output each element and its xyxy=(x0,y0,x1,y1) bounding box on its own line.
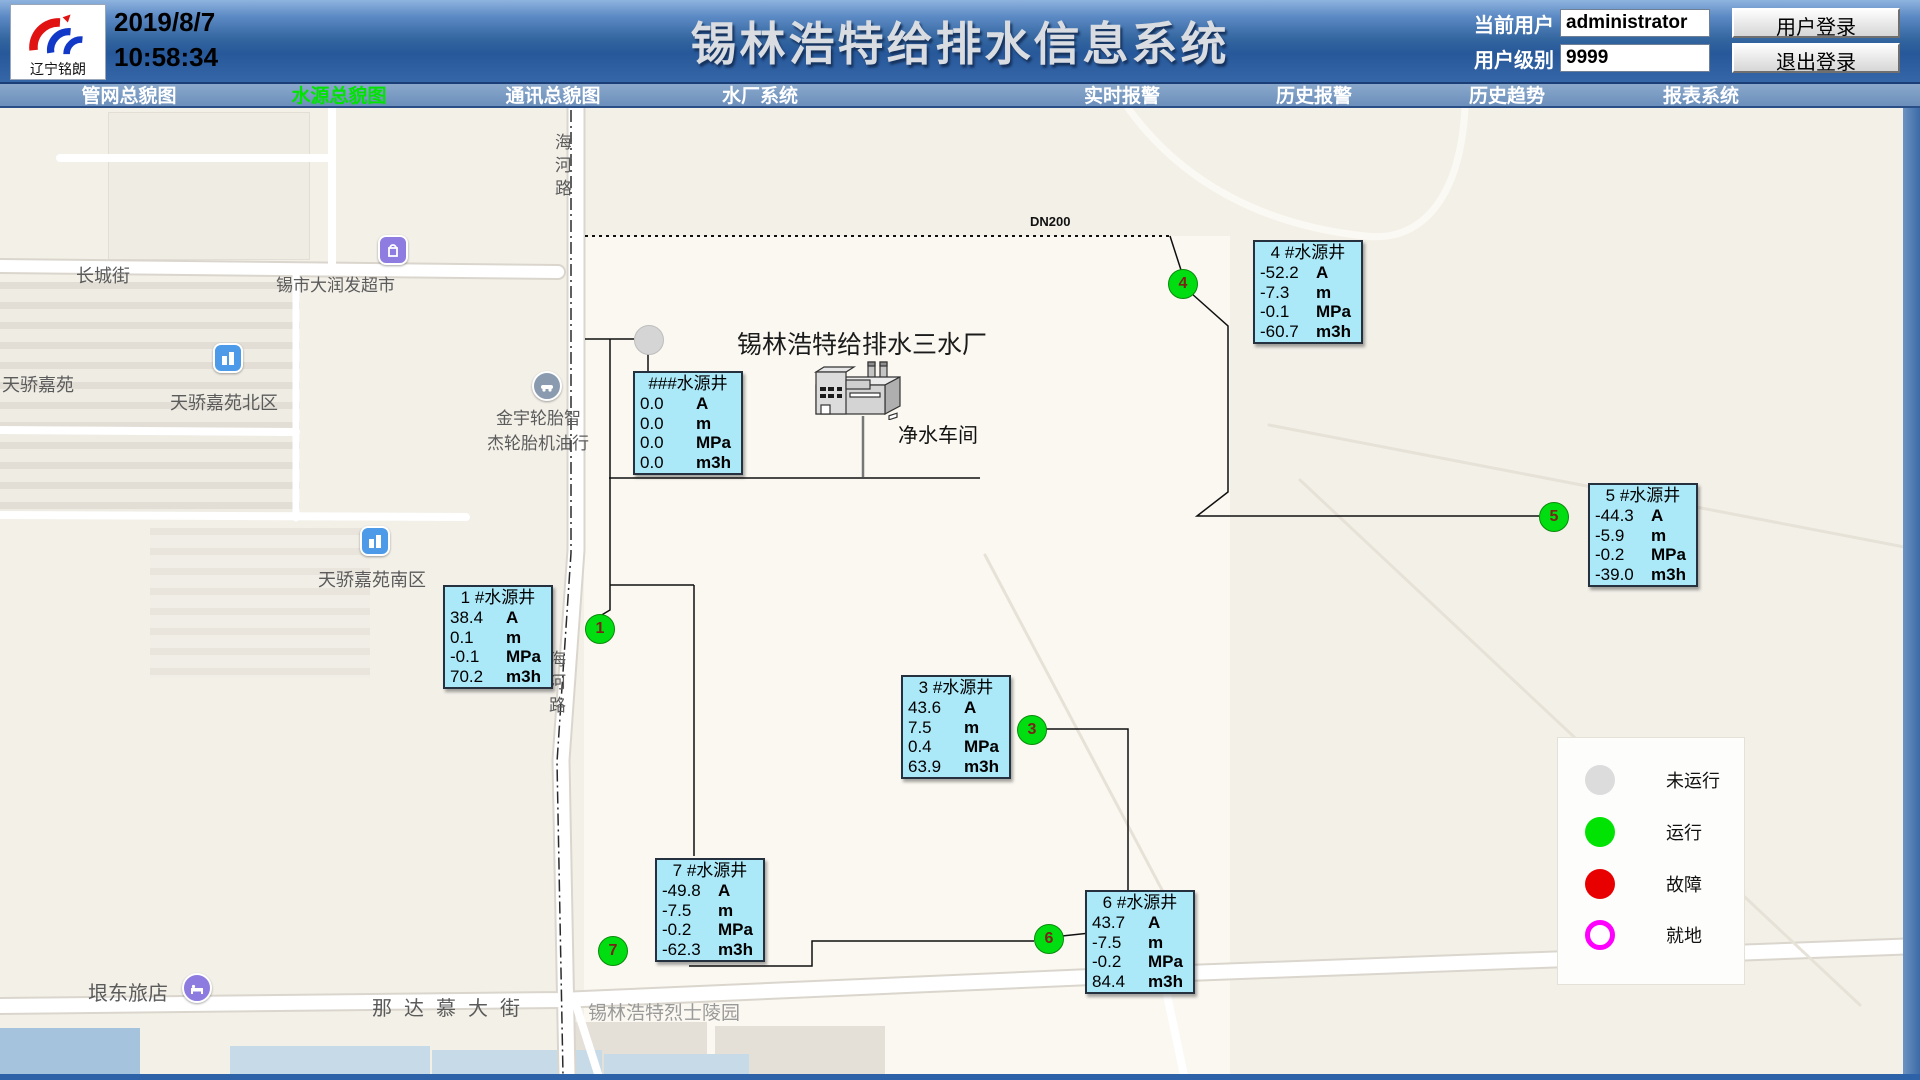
logo-icon xyxy=(27,11,89,59)
user-level-row: 用户级别 退出登录 xyxy=(1474,43,1900,73)
legend-item-local: 就地 xyxy=(1558,919,1744,951)
status-legend: 未运行 运行 故障 就地 xyxy=(1557,737,1745,985)
datetime: 2019/8/7 10:58:34 xyxy=(114,5,218,75)
well-marker-1[interactable]: 1 xyxy=(585,614,615,644)
legend-fault-dot xyxy=(1585,869,1615,899)
well-box-unset: ###水源井 0.0A 0.0m 0.0MPa 0.0m3h xyxy=(633,371,743,475)
nav-report-system[interactable]: 报表系统 xyxy=(1663,86,1739,107)
factory-icon xyxy=(796,360,916,420)
hotel-icon xyxy=(182,973,212,1003)
poi-label: 天骄嘉苑北区 xyxy=(170,389,278,415)
scada-window: 辽宁铭朗 2019/8/7 10:58:34 锡林浩特给排水信息系统 当前用户 … xyxy=(0,0,1920,1080)
car-repair-icon xyxy=(532,371,562,401)
current-user-row: 当前用户 用户登录 xyxy=(1474,8,1900,38)
residential-block xyxy=(150,528,370,678)
current-date: 2019/8/7 xyxy=(114,5,218,40)
well-box-5: 5 #水源井 -44.3A -5.9m -0.2MPa -39.0m3h xyxy=(1588,483,1698,587)
street-label: 那达慕大街 xyxy=(372,992,532,1021)
poi-label: 锡市大润发超市 xyxy=(276,271,395,296)
logo-text: 辽宁铭朗 xyxy=(30,59,86,79)
nav-water-plant-system[interactable]: 水厂系统 xyxy=(722,86,798,107)
workshop-label: 净水车间 xyxy=(898,419,978,448)
current-time: 10:58:34 xyxy=(114,40,218,75)
well-marker-unset[interactable] xyxy=(634,325,664,355)
poi-label: 垠东旅店 xyxy=(88,977,168,1006)
poi-label: 金宇轮胎智 xyxy=(496,404,581,429)
login-button[interactable]: 用户登录 xyxy=(1732,8,1900,38)
nav-water-source-overview[interactable]: 水源总貌图 xyxy=(291,86,386,107)
poi-label: 杰轮胎机油行 xyxy=(487,429,589,454)
nav-realtime-alarm[interactable]: 实时报警 xyxy=(1084,86,1160,107)
plant-name-label: 锡林浩特给排水三水厂 xyxy=(737,325,987,361)
supermarket-icon xyxy=(378,235,408,265)
well-marker-5[interactable]: 5 xyxy=(1539,502,1569,532)
district-boundary xyxy=(557,110,571,1075)
poi-label: 天骄嘉苑 xyxy=(2,371,74,397)
well-box-4: 4 #水源井 -52.2A -7.3m -0.1MPa -60.7m3h xyxy=(1253,240,1363,344)
right-frame-strip xyxy=(1903,108,1920,1080)
header-bar: 辽宁铭朗 2019/8/7 10:58:34 锡林浩特给排水信息系统 当前用户 … xyxy=(0,0,1920,83)
bottom-frame-strip xyxy=(0,1074,1920,1080)
street-label: 长城街 xyxy=(76,262,130,288)
well-marker-3[interactable]: 3 xyxy=(1017,715,1047,745)
well-marker-6[interactable]: 6 xyxy=(1034,924,1064,954)
water-area xyxy=(0,1028,140,1074)
community-icon xyxy=(360,526,390,556)
logout-button[interactable]: 退出登录 xyxy=(1732,43,1900,73)
nav-communication-overview[interactable]: 通讯总貌图 xyxy=(505,86,600,107)
legend-item-fault: 故障 xyxy=(1558,868,1744,900)
well-box-3: 3 #水源井 43.6A 7.5m 0.4MPa 63.9m3h xyxy=(901,675,1011,779)
main-menu-bar: 管网总貌图 水源总貌图 通讯总貌图 水厂系统 实时报警 历史报警 历史趋势 报表… xyxy=(0,82,1920,108)
well-marker-7[interactable]: 7 xyxy=(598,936,628,966)
well-box-6: 6 #水源井 43.7A -7.5m -0.2MPa 84.4m3h xyxy=(1085,890,1195,994)
current-user-label: 当前用户 xyxy=(1474,9,1554,38)
poi-label: 锡林浩特烈士陵园 xyxy=(588,998,740,1025)
map-block xyxy=(108,112,310,260)
poi-label: 天骄嘉苑南区 xyxy=(318,566,426,592)
user-level-input[interactable] xyxy=(1560,44,1710,72)
well-box-7: 7 #水源井 -49.8A -7.5m -0.2MPa -62.3m3h xyxy=(655,858,765,962)
legend-not-running-dot xyxy=(1585,765,1615,795)
pipe-diameter-label: DN200 xyxy=(1030,214,1070,229)
page-title: 锡林浩特给排水信息系统 xyxy=(691,8,1230,74)
company-logo: 辽宁铭朗 xyxy=(10,4,106,80)
legend-local-dot xyxy=(1585,920,1615,950)
legend-item-running: 运行 xyxy=(1558,816,1744,848)
well-marker-4[interactable]: 4 xyxy=(1168,269,1198,299)
legend-item-not-running: 未运行 xyxy=(1558,764,1744,796)
map-canvas[interactable]: 长城街 锡市大润发超市 天骄嘉苑 天骄嘉苑北区 金宇轮胎智 杰轮胎机油行 天骄嘉… xyxy=(0,108,1920,1080)
nav-pipe-network-overview[interactable]: 管网总貌图 xyxy=(81,86,176,107)
nav-history-trend[interactable]: 历史趋势 xyxy=(1469,86,1545,107)
legend-running-dot xyxy=(1585,817,1615,847)
community-icon xyxy=(213,343,243,373)
street-label: 海河路 xyxy=(549,133,574,202)
current-user-input[interactable] xyxy=(1560,9,1710,37)
user-level-label: 用户级别 xyxy=(1474,44,1554,73)
nav-history-alarm[interactable]: 历史报警 xyxy=(1276,86,1352,107)
well-box-1: 1 #水源井 38.4A 0.1m -0.1MPa 70.2m3h xyxy=(443,585,553,689)
